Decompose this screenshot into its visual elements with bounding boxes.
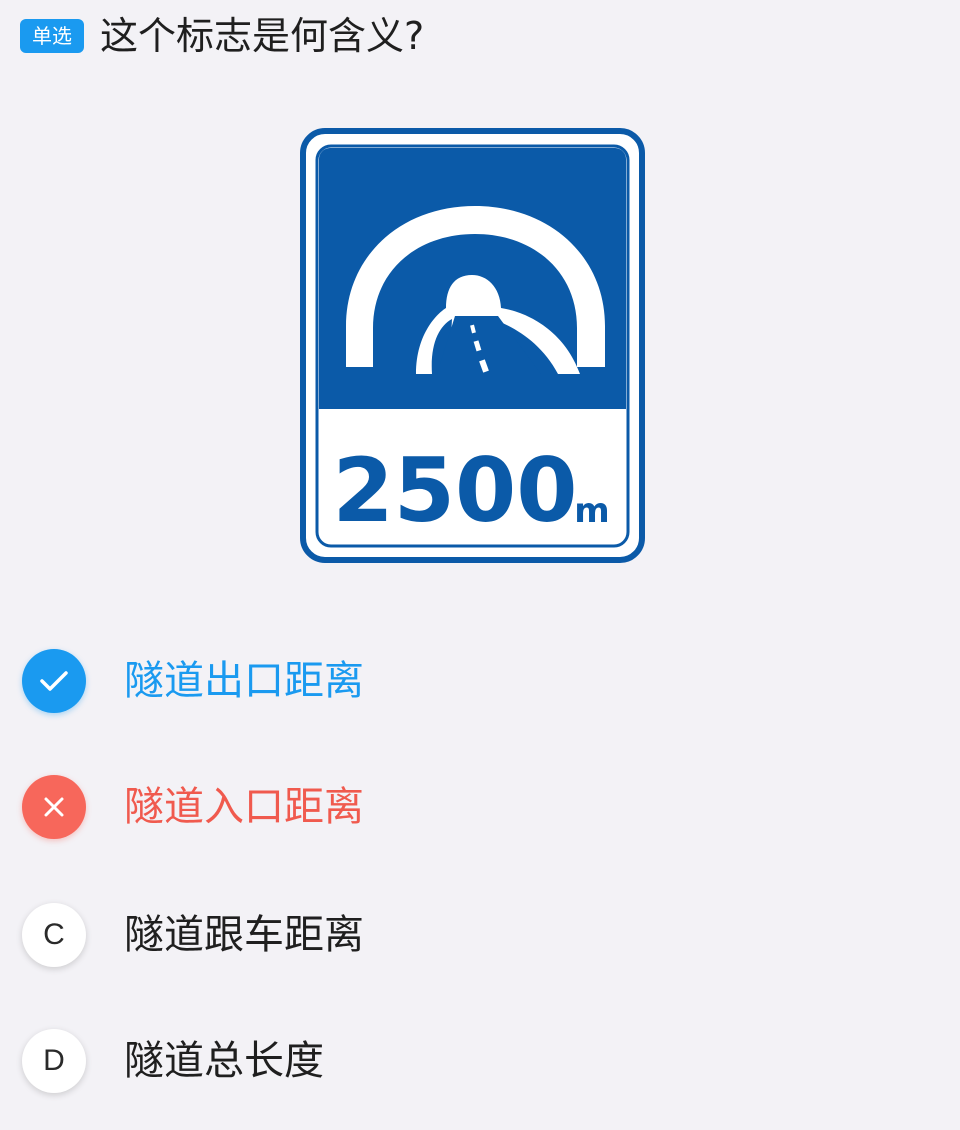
tunnel-sign-graphic: 2500 m bbox=[300, 128, 645, 563]
question-type-badge: 单选 bbox=[20, 19, 84, 53]
question-header: 单选 这个标志是何含义? bbox=[20, 8, 424, 64]
option-b-label: 隧道入口距离 bbox=[124, 784, 364, 830]
option-c[interactable]: C 隧道跟车距离 bbox=[22, 902, 364, 968]
option-d-marker: D bbox=[22, 1029, 86, 1093]
check-icon bbox=[22, 649, 86, 713]
option-c-label: 隧道跟车距离 bbox=[124, 912, 364, 958]
option-d[interactable]: D 隧道总长度 bbox=[22, 1028, 324, 1094]
option-a[interactable]: 隧道出口距离 bbox=[22, 648, 364, 714]
tunnel-sign-image: 2500 m bbox=[300, 128, 645, 563]
option-d-label: 隧道总长度 bbox=[124, 1038, 324, 1084]
question-text: 这个标志是何含义? bbox=[100, 14, 425, 58]
option-a-label: 隧道出口距离 bbox=[124, 658, 364, 704]
sign-distance-number: 2500 bbox=[333, 439, 578, 542]
option-b[interactable]: 隧道入口距离 bbox=[22, 774, 364, 840]
cross-icon bbox=[22, 775, 86, 839]
option-c-marker: C bbox=[22, 903, 86, 967]
sign-distance-unit: m bbox=[574, 491, 609, 531]
